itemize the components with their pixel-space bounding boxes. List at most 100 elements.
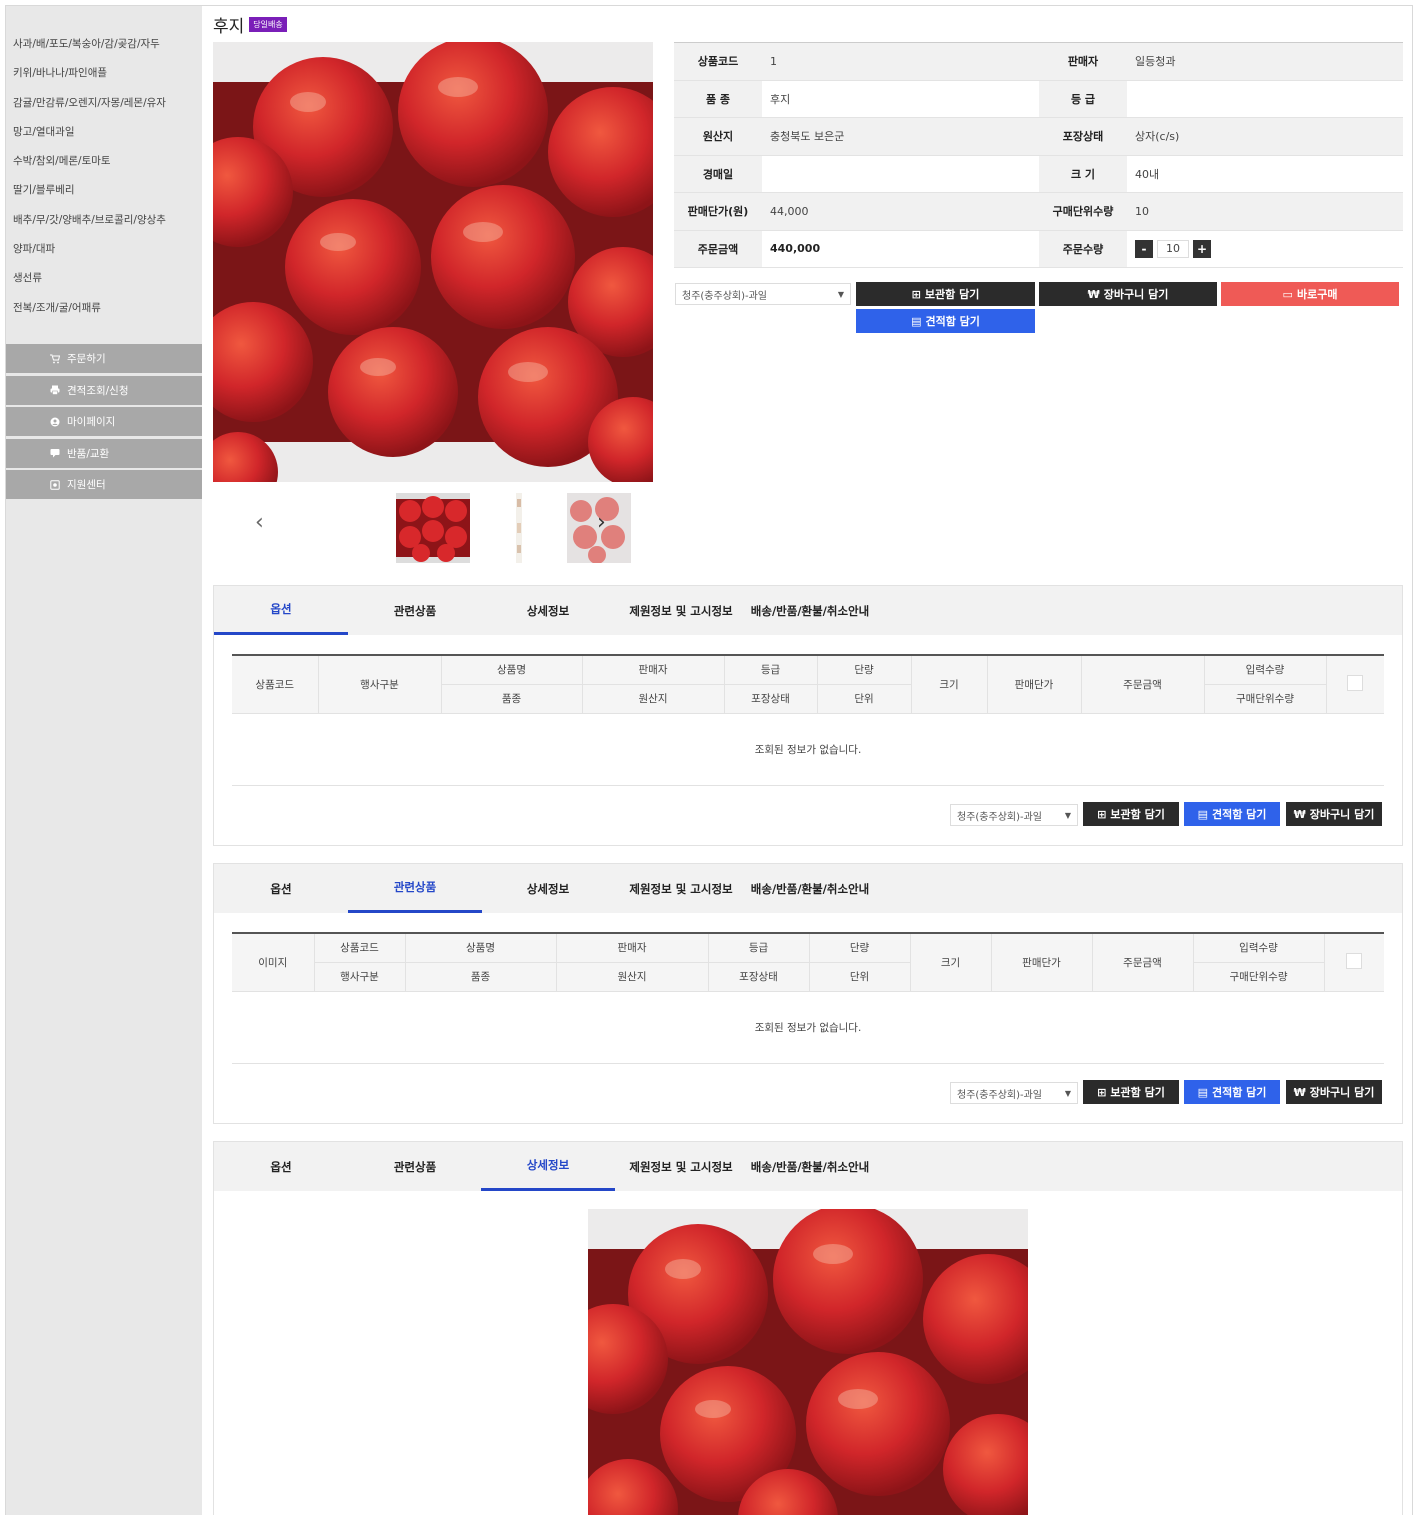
category-item[interactable]: 감귤/만감류/오렌지/자몽/레몬/유자 <box>6 93 202 122</box>
col-amount: 주문금액 <box>1081 654 1205 714</box>
category-item[interactable]: 전복/조개/굴/어패류 <box>6 298 202 327</box>
tab-detail[interactable]: 상세정보 <box>481 1142 615 1191</box>
col-input-qty: 입력수량 <box>1204 654 1327 685</box>
estimate-button[interactable]: ▤ 견적함 담기 <box>1184 1080 1280 1104</box>
category-item[interactable]: 배추/무/갓/양배추/브로콜리/양상추 <box>6 210 202 239</box>
category-item[interactable]: 양파/대파 <box>6 239 202 268</box>
tab-bar: 옵션 관련상품 상세정보 제원정보 및 고시정보 배송/반품/환불/취소안내 <box>214 864 1402 913</box>
estimate-icon: ▤ <box>911 314 922 328</box>
label-unit-qty: 구매단위수량 <box>1039 192 1127 231</box>
storage-button-label: 보관함 담기 <box>924 288 980 301</box>
cart-button-label: 장바구니 담기 <box>1309 808 1375 821</box>
prev-arrow-icon[interactable]: ‹ <box>255 510 264 535</box>
menu-label: 반품/교환 <box>67 447 110 460</box>
buy-now-button[interactable]: ▭ 바로구매 <box>1221 282 1399 306</box>
tab-options[interactable]: 옵션 <box>214 586 348 635</box>
select-all-checkbox[interactable] <box>1346 952 1363 969</box>
value-size: 40내 <box>1127 155 1403 193</box>
value-origin: 충청북도 보은군 <box>762 117 1039 156</box>
col-event: 행사구분 <box>318 654 442 714</box>
menu-return[interactable]: 반품/교환 <box>6 438 202 468</box>
col-unit: 단위 <box>817 683 912 714</box>
tab-spec[interactable]: 제원정보 및 고시정보 <box>614 864 748 913</box>
storage-button[interactable]: ⊞ 보관함 담기 <box>1083 1080 1179 1104</box>
quantity-stepper: - 10 + <box>1135 239 1403 258</box>
menu-label: 견적조회/신청 <box>67 384 129 397</box>
label-origin: 원산지 <box>674 117 762 156</box>
tab-spec[interactable]: 제원정보 및 고시정보 <box>614 586 748 635</box>
tab-options[interactable]: 옵션 <box>214 864 348 913</box>
market-select[interactable]: 청주(충주상회)-과일 ▼ <box>675 283 851 305</box>
storage-box-icon: ⊞ <box>1097 807 1107 821</box>
qty-minus-button[interactable]: - <box>1135 239 1153 258</box>
storage-button[interactable]: ⊞ 보관함 담기 <box>1083 802 1179 826</box>
storage-button[interactable]: ⊞ 보관함 담기 <box>856 282 1035 306</box>
col-packaging: 포장상태 <box>708 961 810 992</box>
detail-image <box>588 1209 1028 1515</box>
select-all-cell <box>1326 654 1384 714</box>
tab-options[interactable]: 옵션 <box>214 1142 348 1191</box>
side-menu: 주문하기 견적조회/신청 마이페이지 반품/교환 지원센터 <box>6 344 202 502</box>
col-name: 상품명 <box>441 654 583 685</box>
cart-button[interactable]: ₩ 장바구니 담기 <box>1039 282 1217 306</box>
value-unit-price: 44,000 <box>762 192 1039 231</box>
value-grade <box>1127 80 1403 118</box>
market-select[interactable]: 청주(충주상회)-과일 ▼ <box>950 1082 1078 1104</box>
category-item[interactable]: 키위/바나나/파인애플 <box>6 63 202 92</box>
value-unit-qty: 10 <box>1127 192 1403 231</box>
cart-button[interactable]: ₩ 장바구니 담기 <box>1286 1080 1382 1104</box>
menu-label: 마이페이지 <box>67 416 116 428</box>
menu-support[interactable]: 지원센터 <box>6 470 202 499</box>
market-select[interactable]: 청주(충주상회)-과일 ▼ <box>950 804 1078 826</box>
estimate-icon: ▤ <box>1197 1085 1208 1099</box>
cart-button[interactable]: ₩ 장바구니 담기 <box>1286 802 1382 826</box>
menu-order[interactable]: 주문하기 <box>6 344 202 373</box>
tab-spec[interactable]: 제원정보 및 고시정보 <box>614 1142 748 1191</box>
tab-detail[interactable]: 상세정보 <box>481 864 615 913</box>
tab-related[interactable]: 관련상품 <box>348 586 482 635</box>
category-item[interactable]: 사과/배/포도/복숭아/감/곶감/자두 <box>6 34 202 63</box>
estimate-button[interactable]: ▤ 견적함 담기 <box>856 309 1035 333</box>
tab-shipping[interactable]: 배송/반품/환불/취소안내 <box>748 586 872 635</box>
label-code: 상품코드 <box>674 42 762 81</box>
next-arrow-icon[interactable]: › <box>597 510 606 535</box>
storage-box-icon: ⊞ <box>1097 1085 1107 1099</box>
select-all-checkbox[interactable] <box>1347 674 1364 691</box>
tab-shipping[interactable]: 배송/반품/환불/취소안내 <box>748 1142 872 1191</box>
print-icon <box>50 385 60 395</box>
cart-button-label: 장바구니 담기 <box>1309 1086 1375 1099</box>
chat-icon <box>50 449 60 458</box>
thumbnail-1[interactable] <box>396 493 470 563</box>
category-item[interactable]: 딸기/블루베리 <box>6 180 202 209</box>
estimate-button-label: 견적함 담기 <box>925 315 980 328</box>
category-item[interactable]: 생선류 <box>6 268 202 297</box>
col-origin: 원산지 <box>556 961 709 992</box>
col-event: 행사구분 <box>314 961 406 992</box>
menu-estimate[interactable]: 견적조회/신청 <box>6 375 202 405</box>
storage-button-label: 보관함 담기 <box>1110 1086 1165 1099</box>
empty-message: 조회된 정보가 없습니다. <box>232 990 1384 1064</box>
category-item[interactable]: 망고/열대과일 <box>6 122 202 151</box>
tab-related[interactable]: 관련상품 <box>348 1142 482 1191</box>
menu-mypage[interactable]: 마이페이지 <box>6 407 202 436</box>
chevron-down-icon: ▼ <box>837 289 844 299</box>
col-size: 크기 <box>910 932 992 992</box>
value-seller: 일등청과 <box>1127 42 1403 81</box>
thumbnail-2[interactable] <box>510 493 528 563</box>
related-panel: 옵션 관련상품 상세정보 제원정보 및 고시정보 배송/반품/환불/취소안내 이… <box>213 863 1403 1124</box>
estimate-button-label: 견적함 담기 <box>1211 808 1267 821</box>
category-item[interactable]: 수박/참외/메론/토마토 <box>6 151 202 180</box>
tab-detail[interactable]: 상세정보 <box>481 586 615 635</box>
tab-shipping[interactable]: 배송/반품/환불/취소안내 <box>748 864 872 913</box>
col-variety: 품종 <box>441 683 583 714</box>
tab-related[interactable]: 관련상품 <box>348 864 482 913</box>
estimate-button[interactable]: ▤ 견적함 담기 <box>1184 802 1280 826</box>
options-panel: 옵션 관련상품 상세정보 제원정보 및 고시정보 배송/반품/환불/취소안내 상… <box>213 585 1403 846</box>
menu-label: 주문하기 <box>67 353 106 365</box>
col-seller: 판매자 <box>556 932 709 963</box>
options-table: 상품코드 행사구분 상품명 판매자 등급 단량 크기 판매단가 주문금액 입력수… <box>232 654 1384 786</box>
qty-input[interactable]: 10 <box>1157 239 1189 258</box>
value-variety: 후지 <box>762 80 1039 118</box>
related-table: 이미지 상품코드 상품명 판매자 등급 단량 크기 판매단가 주문금액 입력수량… <box>232 932 1384 1064</box>
qty-plus-button[interactable]: + <box>1193 239 1211 258</box>
